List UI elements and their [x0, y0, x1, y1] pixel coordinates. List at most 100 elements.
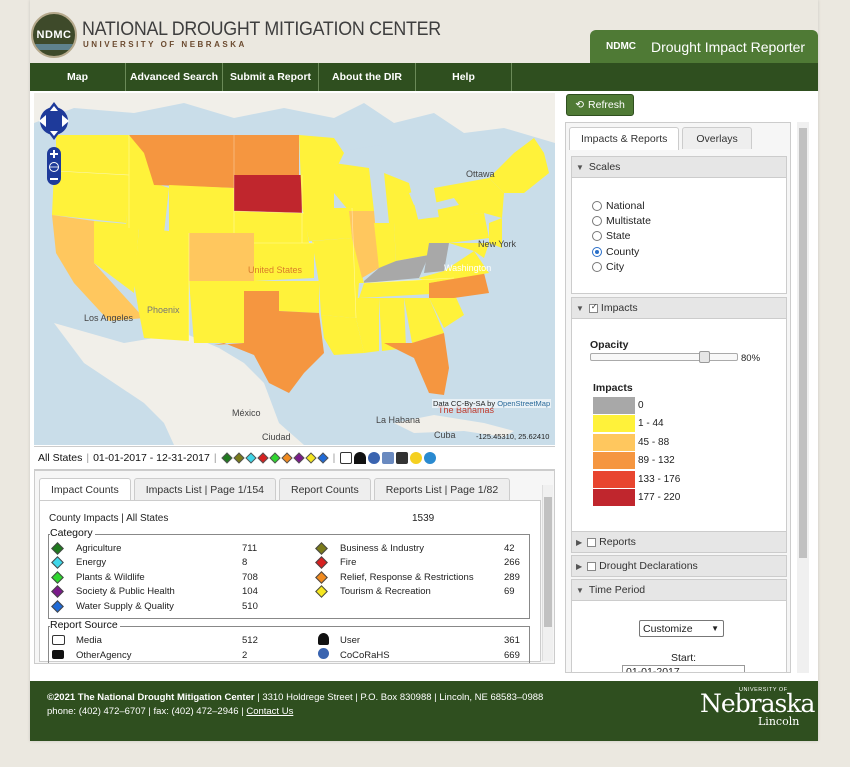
cat-business-count: 42 [504, 543, 515, 554]
agriculture-icon [220, 452, 233, 464]
scale-county[interactable]: County [592, 246, 639, 258]
agency-icon [382, 452, 395, 464]
cat-plants-name: Plants & Wildlife [76, 572, 145, 583]
scale-multistate[interactable]: Multistate [592, 215, 651, 227]
tab-impacts-list[interactable]: Impacts List | Page 1/154 [133, 478, 276, 500]
impacts-header[interactable]: ▼ ✓ Impacts [571, 297, 787, 319]
user-icon [318, 633, 329, 645]
results-panel: Impact Counts Impacts List | Page 1/154 … [34, 470, 555, 664]
results-tabs: Impact Counts Impacts List | Page 1/154 … [39, 478, 513, 501]
time-period-body: Customize ▼ Start: 01-01-2017 [571, 601, 787, 672]
water-icon [316, 452, 329, 464]
sun-icon [410, 452, 423, 464]
impacts-checkbox[interactable]: ✓ [588, 302, 598, 313]
nav-submit-report[interactable]: Submit a Report [223, 63, 319, 91]
legend-swatch [593, 397, 635, 414]
scale-national[interactable]: National [592, 200, 645, 212]
reports-header[interactable]: ▶ Reports [571, 531, 787, 553]
refresh-button[interactable]: ⟲ Refresh [566, 94, 634, 116]
radio-icon [592, 262, 602, 272]
legend-row-5: 177 - 220 [593, 489, 680, 506]
src-media-name: Media [76, 635, 102, 646]
src-media-count: 512 [242, 635, 258, 646]
legend-swatch [593, 471, 635, 488]
cat-water-name: Water Supply & Quality [76, 601, 174, 612]
legend-swatch [593, 434, 635, 451]
nav-about[interactable]: About the DIR [319, 63, 416, 91]
plants-icon [51, 571, 64, 584]
osm-link[interactable]: OpenStreetMap [497, 399, 550, 408]
tab-impacts-reports[interactable]: Impacts & Reports [569, 127, 680, 150]
tourism-icon [304, 452, 317, 464]
src-user-count: 361 [504, 635, 520, 646]
contact-us-link[interactable]: Contact Us [246, 706, 293, 717]
zoom-out-icon[interactable] [50, 178, 58, 180]
declarations-checkbox[interactable] [587, 561, 597, 571]
cat-tourism-name: Tourism & Recreation [340, 586, 431, 597]
app-title: Drought Impact Reporter [651, 38, 806, 55]
tab-overlays[interactable]: Overlays [682, 127, 752, 149]
business-icon [232, 452, 245, 464]
state-wi [334, 163, 374, 211]
label-cuba: Cuba [434, 430, 456, 440]
unl-logo[interactable]: Nebraska [700, 689, 815, 718]
radio-icon [592, 201, 602, 211]
cat-relief-name: Relief, Response & Restrictions [340, 572, 474, 583]
cat-energy-name: Energy [76, 557, 107, 568]
category-legend: Category [50, 527, 95, 539]
declarations-header[interactable]: ▶ Drought Declarations [571, 555, 787, 577]
state-co [189, 233, 254, 281]
cat-water-count: 510 [242, 601, 258, 612]
category-fieldset: Category Agriculture 711 Energy 8 Plants… [48, 527, 530, 619]
relief-icon [280, 452, 293, 464]
nav-map[interactable]: Map [30, 63, 126, 91]
time-period-select[interactable]: Customize ▼ [639, 620, 724, 637]
src-cocorahs-name: CoCoRaHS [340, 650, 390, 661]
society-icon [51, 585, 64, 598]
legend-swatch [593, 452, 635, 469]
cat-fire-name: Fire [340, 557, 357, 568]
control-scrollbar[interactable] [797, 122, 809, 673]
ndmc-logo[interactable]: NDMC [31, 12, 77, 58]
cat-relief-count: 289 [504, 572, 520, 583]
radio-icon [592, 216, 602, 226]
fire-icon [315, 556, 328, 569]
time-period-header[interactable]: ▼ Time Period [571, 579, 787, 601]
plants-icon [268, 452, 281, 464]
nav-help[interactable]: Help [416, 63, 512, 91]
control-tabs: Impacts & Reports Overlays [569, 127, 755, 150]
results-scrollbar[interactable] [542, 485, 553, 661]
label-phoenix: Phoenix [147, 305, 180, 315]
source-legend: Report Source [50, 619, 120, 631]
tab-report-counts[interactable]: Report Counts [279, 478, 371, 500]
caret-right-icon: ▶ [576, 561, 583, 571]
opacity-slider-handle[interactable] [699, 351, 710, 363]
scale-state[interactable]: State [592, 230, 631, 242]
label-washington: Washington [444, 263, 492, 273]
cat-society-name: Society & Public Health [76, 586, 175, 597]
caret-down-icon: ▼ [576, 162, 584, 172]
start-date-input[interactable]: 01-01-2017 [622, 665, 745, 672]
label-mexico: México [232, 408, 261, 418]
source-fieldset: Report Source Media 512 OtherAgency 2 Us… [48, 619, 530, 663]
opacity-value: 80% [741, 353, 761, 364]
reports-checkbox[interactable] [587, 537, 597, 547]
scale-city[interactable]: City [592, 261, 624, 273]
scales-header[interactable]: ▼ Scales [571, 156, 787, 178]
radio-icon [592, 231, 602, 241]
control-panel: ⟲ Refresh Impacts & Reports Overlays ▼ Sca… [565, 93, 811, 673]
energy-icon [244, 452, 257, 464]
state-ia [302, 208, 352, 241]
opacity-slider[interactable] [590, 351, 738, 363]
tab-impact-counts[interactable]: Impact Counts [39, 478, 131, 501]
drought-map[interactable]: Ottawa New York Washington United States… [34, 93, 555, 445]
tab-reports-list[interactable]: Reports List | Page 1/82 [373, 478, 511, 500]
other-agency-icon [396, 452, 409, 464]
fire-icon [256, 452, 269, 464]
legend-row-1: 1 - 44 [593, 415, 664, 432]
nav-advanced-search[interactable]: Advanced Search [126, 63, 223, 91]
filter-scope: All States [38, 452, 83, 464]
media-icon [340, 452, 353, 464]
legend-row-4: 133 - 176 [593, 471, 680, 488]
pan-control[interactable] [39, 102, 69, 140]
